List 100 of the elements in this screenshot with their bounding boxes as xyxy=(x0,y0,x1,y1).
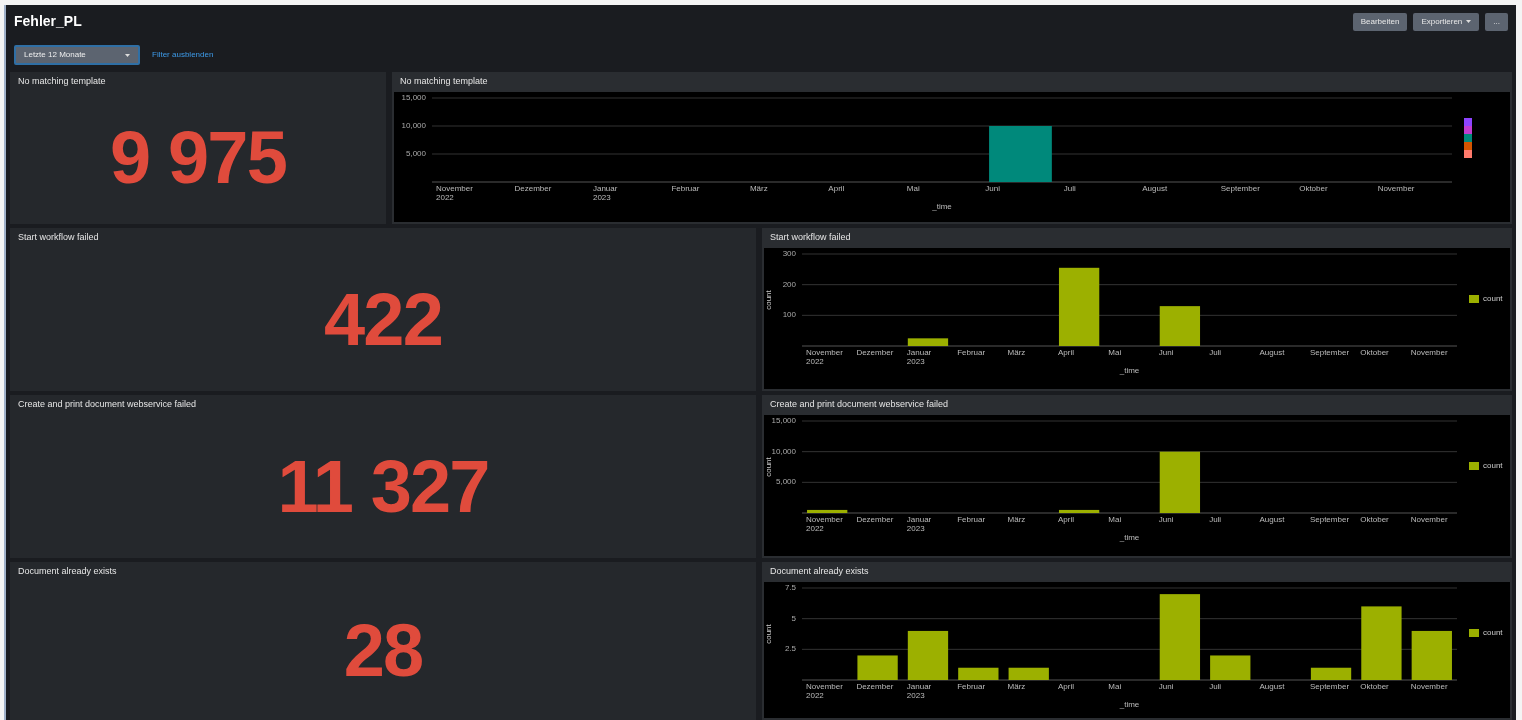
bar xyxy=(1310,667,1352,680)
axis-title: count xyxy=(764,624,773,644)
axis-title: count xyxy=(764,457,773,477)
axis-tick-label: Juni xyxy=(1158,515,1175,524)
axis-tick-label: Mai xyxy=(1108,348,1123,357)
axis-tick-label: Dezember xyxy=(856,348,895,357)
axis-tick-label: Oktober xyxy=(1360,348,1390,357)
axis-tick-label: Dezember xyxy=(856,515,895,524)
axis-title: count xyxy=(764,290,773,310)
panel-title: Document already exists xyxy=(18,565,117,579)
axis-tick-label: Januar 2023 xyxy=(906,682,933,700)
action-button[interactable]: ... xyxy=(1485,12,1508,31)
legend-label: count xyxy=(1483,293,1503,305)
action-button[interactable]: Bearbeiten xyxy=(1352,12,1408,31)
axis-tick-label: 5,000 xyxy=(775,477,796,487)
bar xyxy=(807,509,848,513)
axis-tick-label: November 2022 xyxy=(806,348,844,366)
single-value: 422 xyxy=(324,282,442,357)
caret-icon xyxy=(125,53,130,57)
caret-icon xyxy=(1466,20,1472,23)
bar xyxy=(1159,306,1201,346)
axis-tick-label: 5 xyxy=(791,613,796,623)
axis-tick-label: 15,000 xyxy=(771,417,796,425)
axis-tick-label: April xyxy=(828,184,846,193)
axis-tick-label: 300 xyxy=(782,250,796,258)
axis-tick-label: März xyxy=(1007,515,1027,524)
axis-tick-label: Juni xyxy=(1158,348,1175,357)
axis-tick-label: März xyxy=(1007,682,1027,691)
axis-tick-label: Februar xyxy=(957,682,987,691)
axis-tick-label: August xyxy=(1142,184,1169,193)
bar xyxy=(857,655,898,680)
axis-tick-label: März xyxy=(749,184,769,193)
axis-tick-label: April xyxy=(1057,515,1075,524)
legend-icon xyxy=(1464,118,1472,160)
axis-tick-label: Mai xyxy=(1108,682,1123,691)
dashboard-title: Fehler_PL xyxy=(14,12,82,31)
axis-tick-label: Oktober xyxy=(1360,515,1390,524)
axis-tick-label: Februar xyxy=(957,348,987,357)
bar xyxy=(1008,667,1049,680)
axis-title: _time xyxy=(1119,533,1140,542)
single-value: 28 xyxy=(343,614,423,688)
axis-tick-label: November xyxy=(1410,682,1449,691)
axis-tick-label: 200 xyxy=(782,279,796,289)
axis-tick-label: Oktober xyxy=(1299,184,1329,193)
panel-title: Start workflow failed xyxy=(18,231,99,245)
panel-title: No matching template xyxy=(18,75,106,89)
axis-tick-label: April xyxy=(1057,348,1075,357)
axis-tick-label: Oktober xyxy=(1360,682,1390,691)
legend-label: count xyxy=(1483,460,1503,472)
axis-tick-label: Mai xyxy=(1108,515,1123,524)
filter-link[interactable]: Filter ausblenden xyxy=(152,49,214,61)
axis-tick-label: November xyxy=(1377,184,1416,193)
axis-tick-label: November 2022 xyxy=(806,515,844,533)
menu-button[interactable]: Exportieren xyxy=(1413,12,1480,31)
axis-tick-label: November xyxy=(1410,348,1449,357)
axis-tick-label: 2.5 xyxy=(784,644,796,654)
axis-tick-label: Dezember xyxy=(856,682,895,691)
axis-title: _time xyxy=(1119,366,1140,375)
axis-tick-label: 100 xyxy=(782,310,796,320)
legend-label: count xyxy=(1483,627,1503,639)
axis-tick-label: 7.5 xyxy=(784,584,796,592)
axis-tick-label: August xyxy=(1259,515,1286,524)
axis-tick-label: April xyxy=(1057,682,1075,691)
axis-tick-label: November 2022 xyxy=(436,184,474,202)
axis-tick-label: August xyxy=(1259,682,1286,691)
axis-tick-label: Februar xyxy=(671,184,701,193)
axis-tick-label: 10,000 xyxy=(401,121,426,130)
axis-tick-label: Juli xyxy=(1209,348,1223,357)
time-range-dropdown[interactable]: Letzte 12 Monate xyxy=(14,45,140,65)
legend-swatch xyxy=(1469,295,1479,303)
panel-title: Start workflow failed xyxy=(770,231,851,245)
axis-tick-label: Februar xyxy=(957,515,987,524)
single-value: 11 327 xyxy=(277,449,489,524)
axis-title: _time xyxy=(932,202,952,211)
axis-tick-label: November xyxy=(1410,515,1449,524)
bar xyxy=(907,630,949,680)
bar xyxy=(958,667,999,680)
single-value: 9 975 xyxy=(110,121,286,195)
axis-tick-label: 5,000 xyxy=(405,149,426,158)
axis-tick-label: Januar 2023 xyxy=(592,184,619,202)
bar xyxy=(1159,451,1201,513)
axis-tick-label: Juli xyxy=(1209,515,1223,524)
bar xyxy=(907,338,949,346)
axis-tick-label: August xyxy=(1259,348,1286,357)
axis-tick-label: September xyxy=(1309,515,1351,524)
axis-tick-label: September xyxy=(1220,184,1261,193)
axis-tick-label: Juni xyxy=(1158,682,1175,691)
legend-swatch xyxy=(1469,629,1479,637)
axis-tick-label: September xyxy=(1309,348,1351,357)
legend-swatch xyxy=(1469,462,1479,470)
bar xyxy=(1210,655,1251,680)
axis-tick-label: November 2022 xyxy=(806,682,844,700)
axis-tick-label: 15,000 xyxy=(401,94,426,102)
axis-title: _time xyxy=(1119,700,1140,709)
axis-tick-label: März xyxy=(1007,348,1027,357)
axis-tick-label: Mai xyxy=(906,184,921,193)
axis-tick-label: Juni xyxy=(985,184,1001,193)
axis-tick-label: Juli xyxy=(1063,184,1077,193)
axis-tick-label: Juli xyxy=(1209,682,1223,691)
panel-title: Create and print document webservice failed xyxy=(770,398,949,412)
